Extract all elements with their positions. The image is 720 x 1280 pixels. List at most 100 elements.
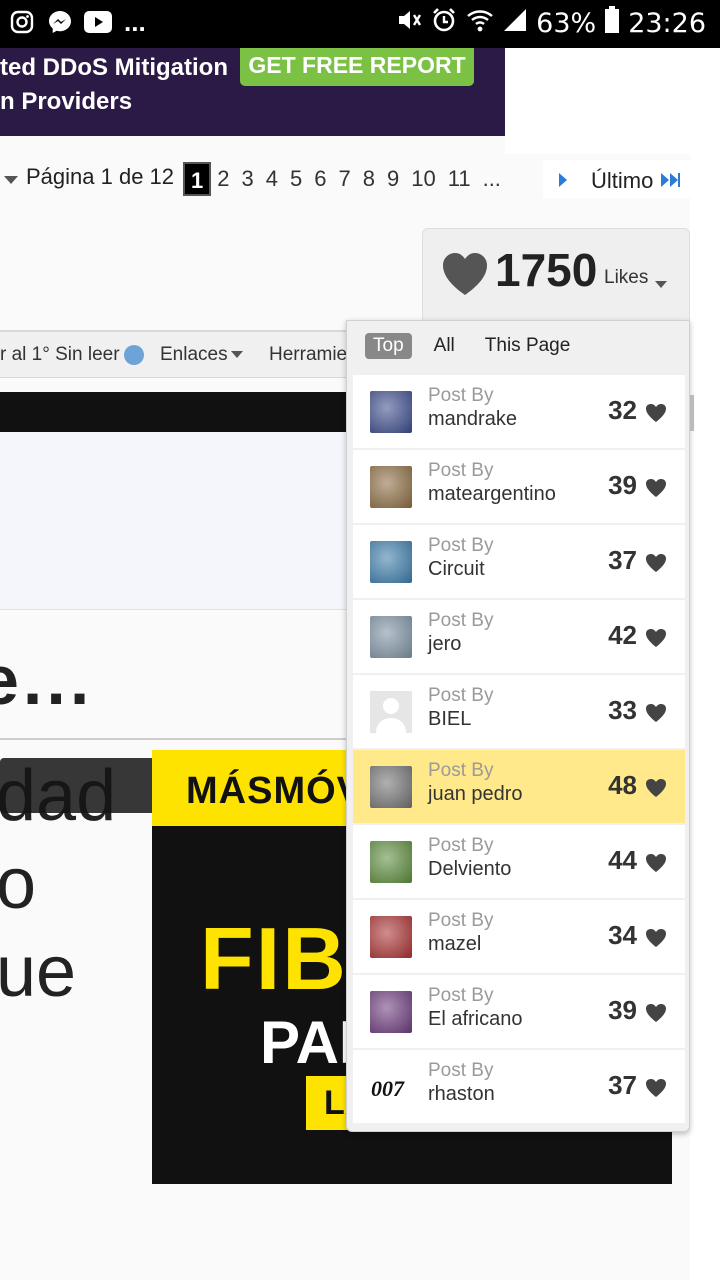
heart-icon bbox=[645, 553, 667, 573]
top-ad-banner[interactable]: ted DDoS Mitigation n Providers GET FREE… bbox=[0, 48, 505, 136]
palm-icon[interactable] bbox=[370, 841, 412, 883]
post-header-bar bbox=[0, 392, 350, 432]
like-username[interactable]: El africano bbox=[428, 1008, 523, 1031]
like-entry[interactable]: Post By Delviento 44 bbox=[353, 825, 685, 898]
messenger-icon bbox=[46, 8, 74, 36]
like-entry[interactable]: Post By Circuit 37 bbox=[353, 525, 685, 598]
tab-all[interactable]: All bbox=[426, 333, 463, 359]
page-link-3[interactable]: 3 bbox=[236, 162, 260, 196]
chevron-down-icon bbox=[230, 351, 243, 359]
likes-summary[interactable]: 1750 Likes bbox=[422, 228, 690, 326]
santa-icon[interactable] bbox=[370, 916, 412, 958]
tools-menu[interactable]: Herramie bbox=[269, 344, 347, 366]
like-count: 34 bbox=[608, 920, 637, 950]
skull-icon[interactable] bbox=[370, 541, 412, 583]
thread-toolbar: r al 1° Sin leer Enlaces Herramie bbox=[0, 330, 355, 378]
default-avatar-icon[interactable] bbox=[370, 691, 412, 733]
links-menu[interactable]: Enlaces bbox=[160, 344, 243, 366]
heart-icon bbox=[441, 251, 489, 299]
page-link-9[interactable]: 9 bbox=[381, 162, 405, 196]
page-link-7[interactable]: 7 bbox=[333, 162, 357, 196]
heart-icon bbox=[645, 1003, 667, 1023]
like-entry[interactable]: Post By mandrake 32 bbox=[353, 375, 685, 448]
like-count: 39 bbox=[608, 470, 637, 500]
mute-icon bbox=[394, 6, 422, 41]
page-link-6[interactable]: 6 bbox=[308, 162, 332, 196]
like-entry[interactable]: Post By El africano 39 bbox=[353, 975, 685, 1048]
like-count: 37 bbox=[608, 1070, 637, 1100]
like-username[interactable]: rhaston bbox=[428, 1083, 495, 1106]
status-bar-system: 63% 23:26 bbox=[394, 6, 706, 41]
page-link-8[interactable]: 8 bbox=[357, 162, 381, 196]
chevron-down-icon[interactable] bbox=[655, 281, 667, 288]
ad-brand-text: MÁSMÓV bbox=[186, 770, 363, 812]
tab-top[interactable]: Top bbox=[365, 333, 412, 359]
right-gutter bbox=[690, 48, 720, 1280]
first-unread-link[interactable]: r al 1° Sin leer bbox=[0, 344, 144, 366]
like-username[interactable]: juan pedro bbox=[428, 783, 523, 806]
like-count: 37 bbox=[608, 545, 637, 575]
signal-icon bbox=[502, 7, 528, 40]
page-jump-arrow-icon[interactable] bbox=[4, 176, 18, 184]
heart-icon bbox=[645, 853, 667, 873]
last-page-icon[interactable] bbox=[661, 173, 681, 187]
figure-icon[interactable] bbox=[370, 391, 412, 433]
svg-text:007: 007 bbox=[371, 1076, 405, 1101]
like-username[interactable]: mazel bbox=[428, 933, 481, 956]
last-page-link[interactable]: Último bbox=[591, 168, 653, 194]
page-ellipsis: ... bbox=[482, 166, 501, 191]
like-entry[interactable]: Post By juan pedro 48 bbox=[353, 750, 685, 823]
post-by-label: Post By bbox=[428, 910, 494, 931]
heart-icon bbox=[645, 1078, 667, 1098]
post-info-panel bbox=[0, 432, 350, 610]
007-logo-icon[interactable]: 007 bbox=[370, 1066, 412, 1108]
like-entry[interactable]: Post By mateargentino 39 bbox=[353, 450, 685, 523]
ad-text-line1: ted DDoS Mitigation bbox=[0, 54, 228, 81]
get-free-report-button[interactable]: GET FREE REPORT bbox=[240, 48, 474, 86]
like-count: 42 bbox=[608, 620, 637, 650]
tab-this-page[interactable]: This Page bbox=[477, 333, 579, 359]
post-by-label: Post By bbox=[428, 835, 494, 856]
page-link-5[interactable]: 5 bbox=[284, 162, 308, 196]
youtube-icon bbox=[84, 8, 112, 36]
page-link-1[interactable]: 1 bbox=[183, 162, 212, 196]
page-link-2[interactable]: 2 bbox=[211, 162, 235, 196]
post-line: o bbox=[0, 844, 37, 924]
like-entry[interactable]: 007 Post By rhaston 37 bbox=[353, 1050, 685, 1123]
sailboat-icon[interactable] bbox=[370, 616, 412, 658]
next-page-icon[interactable] bbox=[559, 173, 567, 187]
status-bar: ... 63% 23:26 bbox=[0, 0, 720, 48]
post-by-label: Post By bbox=[428, 760, 494, 781]
battery-icon bbox=[604, 6, 620, 41]
ad-text-line2: n Providers bbox=[0, 88, 133, 115]
post-by-label: Post By bbox=[428, 985, 494, 1006]
like-username[interactable]: Circuit bbox=[428, 558, 485, 581]
post-by-label: Post By bbox=[428, 610, 494, 631]
go-unread-icon bbox=[123, 344, 144, 365]
top-white-area bbox=[505, 48, 690, 154]
mate-icon[interactable] bbox=[370, 466, 412, 508]
like-username[interactable]: mateargentino bbox=[428, 483, 556, 506]
like-entry[interactable]: Post By jero 42 bbox=[353, 600, 685, 673]
page-label: Página 1 de 12 bbox=[26, 164, 175, 189]
heart-icon bbox=[645, 928, 667, 948]
divider bbox=[0, 738, 350, 740]
page-link-4[interactable]: 4 bbox=[260, 162, 284, 196]
watch-icon[interactable] bbox=[370, 766, 412, 808]
like-username[interactable]: Delviento bbox=[428, 858, 511, 881]
sunset-tree-icon[interactable] bbox=[370, 991, 412, 1033]
page-link-10[interactable]: 10 bbox=[405, 162, 441, 196]
like-count: 48 bbox=[608, 770, 637, 800]
like-username[interactable]: BIEL bbox=[428, 708, 471, 731]
like-entry[interactable]: Post By mazel 34 bbox=[353, 900, 685, 973]
like-entry[interactable]: Post By BIEL 33 bbox=[353, 675, 685, 748]
like-username[interactable]: jero bbox=[428, 633, 461, 656]
page-link-11[interactable]: 11 bbox=[442, 162, 477, 196]
post-by-label: Post By bbox=[428, 1060, 494, 1081]
clock: 23:26 bbox=[628, 8, 706, 39]
scrollbar[interactable] bbox=[690, 395, 694, 431]
post-by-label: Post By bbox=[428, 385, 494, 406]
like-username[interactable]: mandrake bbox=[428, 408, 517, 431]
battery-percent: 63% bbox=[536, 8, 597, 39]
post-title-fragment: e... bbox=[0, 641, 94, 719]
